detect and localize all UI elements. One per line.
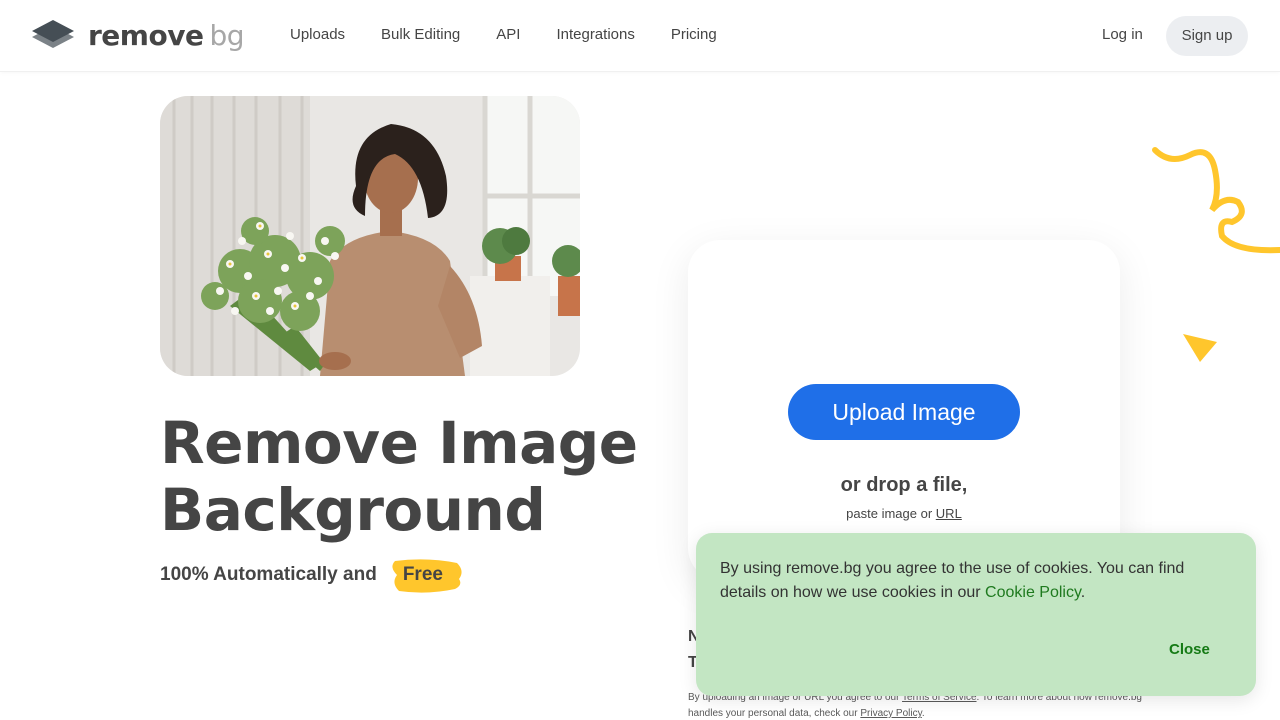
- subtitle-text: 100% Automatically and: [160, 564, 377, 585]
- cookie-policy-link[interactable]: Cookie Policy: [985, 584, 1081, 601]
- nav-pricing[interactable]: Pricing: [671, 26, 717, 43]
- logo[interactable]: remove bg: [31, 18, 244, 52]
- nav-integrations[interactable]: Integrations: [556, 26, 634, 43]
- page-title: Remove Image Background: [160, 410, 680, 544]
- title-line-1: Remove Image: [160, 409, 638, 477]
- legal-end: .: [921, 708, 925, 719]
- paste-text: paste image or URL: [688, 506, 1120, 521]
- privacy-link[interactable]: Privacy Policy: [860, 708, 922, 719]
- upload-image-button[interactable]: Upload Image: [788, 384, 1020, 440]
- url-link[interactable]: URL: [936, 506, 962, 521]
- cookie-end: .: [1080, 584, 1086, 601]
- nav-uploads[interactable]: Uploads: [290, 26, 345, 43]
- drop-file-text: or drop a file,: [840, 474, 968, 496]
- free-badge: Free: [389, 559, 462, 593]
- nav-api[interactable]: API: [496, 26, 520, 43]
- hero-photo: [160, 96, 580, 376]
- cookie-message: By using remove.bg you agree to the use …: [720, 557, 1232, 605]
- main-nav: Uploads Bulk Editing API Integrations Pr…: [290, 26, 753, 43]
- layers-logo-icon: [32, 20, 74, 48]
- free-label: Free: [402, 564, 443, 585]
- signup-button[interactable]: Sign up: [1166, 16, 1248, 56]
- upload-card[interactable]: Upload Image or drop a file, paste image…: [688, 240, 1120, 580]
- cookie-text: By using remove.bg you agree to the use …: [720, 560, 1185, 601]
- nav-bulk-editing[interactable]: Bulk Editing: [381, 26, 460, 43]
- site-header: remove bg Uploads Bulk Editing API Integr…: [0, 0, 1280, 72]
- cookie-banner: By using remove.bg you agree to the use …: [696, 533, 1256, 696]
- cookie-close-button[interactable]: Close: [1169, 641, 1210, 658]
- paste-prefix: paste image or: [846, 506, 933, 521]
- logo-suffix: bg: [209, 18, 244, 52]
- logo-wordmark: remove bg: [88, 19, 244, 52]
- logo-name: remove: [88, 18, 204, 52]
- hero-subtitle: 100% Automatically and Free: [160, 559, 462, 593]
- login-link[interactable]: Log in: [1102, 26, 1143, 43]
- triangle-decoration-icon: [1183, 334, 1217, 362]
- title-line-2: Background: [160, 476, 546, 544]
- squiggle-decoration-icon: [1152, 147, 1280, 254]
